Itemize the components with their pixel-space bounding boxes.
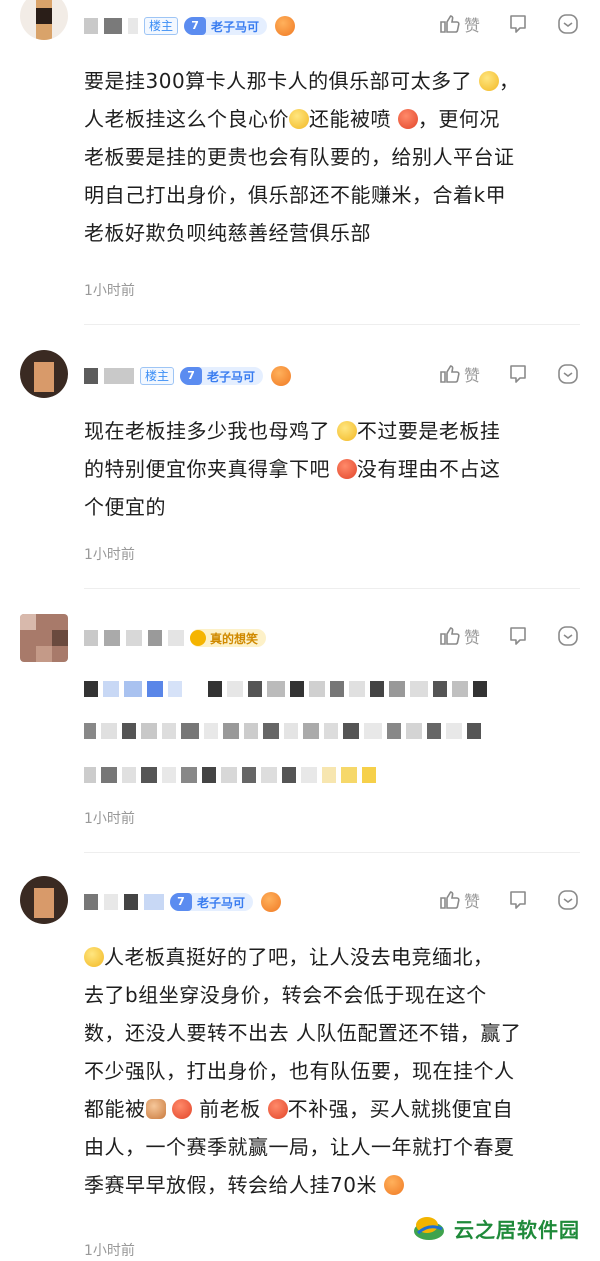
gold-badge: 真的想笑 (190, 629, 267, 647)
comment-time: 1小时前 (84, 1243, 135, 1259)
sweat-emoji-icon (479, 71, 500, 91)
owner-badge: 楼主 (140, 367, 175, 385)
fire-emoji-icon (275, 16, 296, 36)
thumbs-up-icon (440, 627, 460, 645)
fan-level: 7 (170, 893, 192, 911)
comment-text: 人老板真挺好的了吧，让人没去电竞缅北， 去了b组坐穿没身价，转会不会低于现在这个… (84, 945, 522, 1197)
fire-emoji-icon (261, 892, 282, 912)
divider (84, 852, 580, 853)
thumbs-up-icon (440, 365, 460, 383)
divider (84, 588, 580, 589)
comment-actions: 赞 (412, 362, 580, 386)
fan-badge-name: 老子马可 (207, 369, 256, 384)
comment-time: 1小时前 (84, 547, 135, 563)
reply-button[interactable] (506, 624, 530, 648)
comment-bubble-icon (510, 365, 526, 383)
like-button[interactable]: 赞 (438, 12, 480, 36)
comment-bubble-icon (510, 15, 526, 33)
comment-actions: 赞 (412, 12, 580, 36)
like-button[interactable]: 赞 (438, 888, 480, 912)
comment-bubble-icon (510, 891, 526, 909)
chevron-down-circle-icon (558, 364, 578, 384)
owner-badge: 楼主 (144, 17, 179, 35)
comment-time: 1小时前 (84, 283, 135, 299)
fan-badge: 7 老子马可 (184, 17, 268, 35)
redacted-text-line (84, 766, 381, 784)
thumbs-up-icon (440, 891, 460, 909)
redacted-text-line (84, 680, 492, 698)
avatar[interactable] (20, 350, 68, 398)
watermark: 云之居软件园 (406, 1209, 586, 1247)
comment-actions: 赞 (412, 624, 580, 648)
watermark-text: 云之居软件园 (454, 1217, 580, 1242)
angry-emoji-icon (267, 1099, 288, 1119)
username[interactable] (84, 18, 98, 34)
grimace-emoji-icon (172, 1099, 193, 1119)
like-button[interactable]: 赞 (438, 362, 480, 386)
chevron-down-circle-icon (558, 890, 578, 910)
like-label: 赞 (463, 16, 480, 35)
sweat-emoji-icon (84, 947, 104, 967)
fan-badge-name: 老子马可 (197, 895, 246, 910)
more-button[interactable] (556, 888, 580, 912)
username[interactable] (84, 894, 98, 910)
redacted-text-line (84, 722, 486, 740)
like-label: 赞 (463, 366, 480, 385)
avatar[interactable] (20, 614, 68, 662)
chevron-down-circle-icon (558, 626, 578, 646)
gold-badge-icon (190, 630, 206, 646)
fan-badge: 7 老子马可 (180, 367, 264, 385)
divider (84, 324, 580, 325)
comment-text: 要是挂300算卡人那卡人的俱乐部可太多了 ， 人老板挂这么个良心价 还能被喷 ，更… (84, 69, 520, 245)
comment-bubble-icon (510, 627, 526, 645)
username[interactable] (84, 630, 98, 646)
fan-level: 7 (184, 17, 207, 35)
like-label: 赞 (463, 892, 480, 911)
comment-actions: 赞 (412, 888, 580, 912)
avatar[interactable] (20, 876, 68, 924)
reply-button[interactable] (506, 362, 530, 386)
thumbs-up-icon (440, 15, 460, 33)
angry-emoji-icon (397, 109, 418, 129)
gold-badge-name: 真的想笑 (210, 631, 259, 646)
reply-button[interactable] (506, 12, 530, 36)
fan-badge: 7 老子马可 (170, 893, 254, 911)
fire-emoji-icon (271, 366, 292, 386)
more-button[interactable] (556, 12, 580, 36)
comment-time: 1小时前 (84, 811, 135, 827)
like-label: 赞 (463, 628, 480, 647)
reply-button[interactable] (506, 888, 530, 912)
horse-emoji-icon (145, 1099, 166, 1119)
avatar[interactable] (20, 0, 68, 40)
pleading-emoji-icon (336, 421, 357, 441)
comment-text: 现在老板挂多少我也母鸡了 不过要是老板挂 的特别便宜你夹真得拿下吧 没有理由不占… (84, 419, 501, 519)
angry-emoji-icon (383, 1175, 404, 1195)
chevron-down-circle-icon (558, 14, 578, 34)
sad-emoji-icon (289, 109, 309, 129)
fan-level: 7 (180, 367, 203, 385)
username[interactable] (84, 368, 98, 384)
angry-emoji-icon (336, 459, 357, 479)
more-button[interactable] (556, 362, 580, 386)
more-button[interactable] (556, 624, 580, 648)
fan-badge-name: 老子马可 (211, 19, 260, 34)
watermark-logo-icon (414, 1217, 444, 1240)
like-button[interactable]: 赞 (438, 624, 480, 648)
